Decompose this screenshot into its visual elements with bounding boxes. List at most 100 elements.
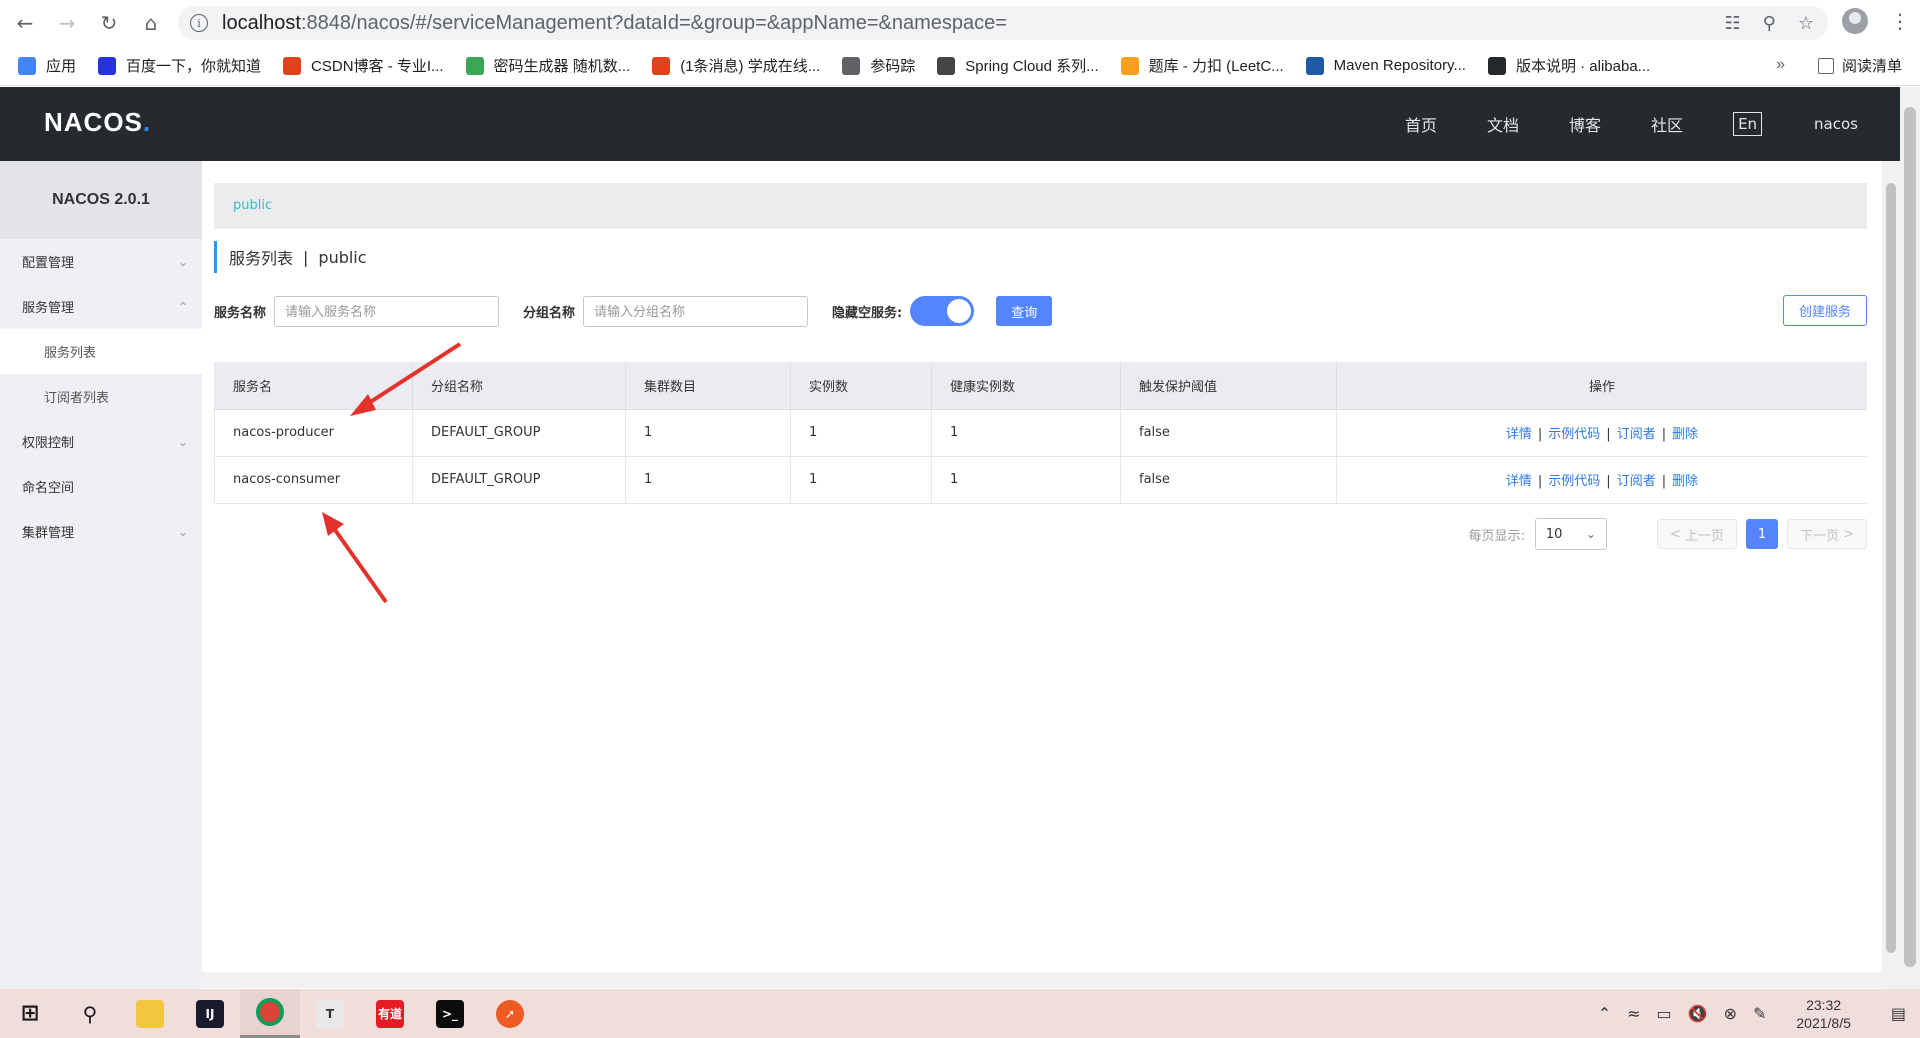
sample-code-link[interactable]: 示例代码 — [1548, 474, 1600, 489]
translate-icon[interactable]: ☷ — [1725, 13, 1741, 34]
detail-link[interactable]: 详情 — [1506, 427, 1532, 442]
search-icon[interactable]: ⚲ — [60, 989, 120, 1038]
reading-list-button[interactable]: 阅读清单 — [1817, 55, 1902, 76]
home-icon[interactable]: ⌂ — [134, 6, 168, 40]
col-instance-count: 实例数 — [790, 362, 932, 410]
file-explorer-icon[interactable] — [120, 989, 180, 1038]
subscriber-link[interactable]: 订阅者 — [1617, 427, 1656, 442]
intellij-icon[interactable]: IJ — [180, 989, 240, 1038]
tray-chevron-up-icon[interactable]: ⌃ — [1598, 1004, 1611, 1023]
service-name-label: 服务名称 — [214, 305, 267, 321]
bookmark-item[interactable]: 版本说明 · alibaba... — [1487, 55, 1651, 76]
close-circle-icon[interactable]: ⊗ — [1724, 1004, 1737, 1023]
nav-community[interactable]: 社区 — [1651, 112, 1683, 136]
delete-link[interactable]: 删除 — [1672, 474, 1698, 489]
windows-start-icon[interactable]: ⊞ — [0, 989, 60, 1038]
system-clock[interactable]: 23:32 2021/8/5 — [1796, 996, 1851, 1032]
reload-icon[interactable]: ↻ — [92, 6, 126, 40]
page-1-button[interactable]: 1 — [1745, 519, 1778, 549]
sidebar-item-config[interactable]: 配置管理 ⌄ — [0, 239, 202, 284]
apps-grid-icon — [18, 56, 36, 75]
scroll-thumb[interactable] — [1904, 107, 1916, 967]
horizontal-scrollbar[interactable] — [202, 972, 1882, 988]
bookmark-item[interactable]: 题库 - 力扣 (LeetC... — [1120, 55, 1284, 76]
pagination: 每页显示: 10 ⌄ < 上一页 1 下一页 > — [1469, 518, 1867, 550]
maven-icon — [1305, 56, 1324, 75]
query-button[interactable]: 查询 — [996, 296, 1053, 326]
bookmark-label: 版本说明 · alibaba... — [1515, 58, 1651, 75]
detail-link[interactable]: 详情 — [1506, 474, 1532, 489]
user-menu[interactable]: nacos — [1814, 115, 1858, 133]
title-separator: | — [303, 247, 309, 267]
github-icon — [1487, 56, 1506, 75]
chrome-icon[interactable] — [240, 989, 300, 1038]
cell-group-name: DEFAULT_GROUP — [412, 456, 626, 504]
postman-icon[interactable]: ➚ — [480, 989, 540, 1038]
taskbar: ⊞ ⚲ IJ T 有道 >_ ➚ ⌃ ≈ ▭ 🔇 ⊗ ✎ 23:32 2021/… — [0, 989, 1920, 1038]
next-page-label: 下一页 — [1799, 528, 1839, 544]
sidebar-item-label: 集群管理 — [22, 526, 75, 541]
sample-code-link[interactable]: 示例代码 — [1548, 427, 1600, 442]
forward-icon[interactable]: → — [50, 6, 84, 40]
address-bar[interactable]: i localhost:8848/nacos/#/serviceManageme… — [178, 6, 1828, 40]
pen-icon[interactable]: ✎ — [1753, 1004, 1766, 1023]
prev-page-button[interactable]: < 上一页 — [1656, 519, 1737, 549]
sidebar-item-cluster[interactable]: 集群管理 ⌄ — [0, 509, 202, 554]
bookmark-item[interactable]: 百度一下，你就知道 — [98, 55, 261, 76]
sidebar-item-service[interactable]: 服务管理 ⌃ — [0, 284, 202, 329]
group-name-label: 分组名称 — [523, 305, 576, 321]
url-text[interactable]: localhost:8848/nacos/#/serviceManagement… — [222, 12, 1007, 35]
bookmark-item[interactable]: Maven Repository... — [1305, 56, 1466, 75]
sidebar-item-label: 权限控制 — [22, 436, 75, 451]
back-icon[interactable]: ← — [8, 6, 42, 40]
bookmark-item[interactable]: Spring Cloud 系列... — [937, 55, 1099, 76]
sidebar-item-auth[interactable]: 权限控制 ⌄ — [0, 419, 202, 464]
bookmark-item[interactable]: 应用 — [18, 55, 76, 76]
nacos-logo[interactable]: NACOS. — [44, 107, 151, 138]
terminal-icon[interactable]: >_ — [420, 989, 480, 1038]
language-switch[interactable]: En — [1733, 112, 1763, 136]
sidebar-item-service-list[interactable]: 服务列表 — [0, 329, 202, 374]
sidebar-item-subscribers[interactable]: 订阅者列表 — [0, 374, 202, 419]
chevron-right-icon: > — [1838, 526, 1854, 542]
youdao-icon[interactable]: 有道 — [360, 989, 420, 1038]
battery-icon[interactable]: ▭ — [1657, 1004, 1672, 1023]
sidebar-item-namespace[interactable]: 命名空间 — [0, 464, 202, 509]
bookmark-item[interactable]: 参码踪 — [842, 55, 915, 76]
bookmark-item[interactable]: (1条消息) 学成在线... — [652, 55, 820, 76]
nav-docs[interactable]: 文档 — [1487, 112, 1519, 136]
per-page-select[interactable]: 10 ⌄ — [1534, 518, 1607, 550]
wifi-icon[interactable]: ≈ — [1627, 1004, 1640, 1023]
page-scrollbar[interactable] — [1900, 87, 1920, 989]
bottle-icon — [937, 56, 956, 75]
reading-list-icon — [1817, 57, 1834, 74]
notification-icon[interactable]: ▤ — [1891, 1004, 1906, 1023]
typora-icon[interactable]: T — [300, 989, 360, 1038]
create-service-button[interactable]: 创建服务 — [1783, 295, 1867, 326]
browser-menu-icon[interactable]: ⋮ — [1890, 9, 1910, 33]
cell-threshold: false — [1120, 409, 1337, 457]
delete-link[interactable]: 删除 — [1672, 427, 1698, 442]
zoom-icon[interactable]: ⚲ — [1763, 13, 1776, 34]
clock-date: 2021/8/5 — [1796, 1014, 1851, 1031]
nav-blog[interactable]: 博客 — [1569, 112, 1601, 136]
bookmark-item[interactable]: CSDN博客 - 专业I... — [283, 55, 444, 76]
bookmark-star-icon[interactable]: ☆ — [1798, 13, 1814, 34]
scroll-thumb[interactable] — [1886, 183, 1896, 953]
service-name-input[interactable] — [274, 295, 500, 327]
hide-empty-toggle[interactable] — [910, 296, 975, 326]
namespace-tab-public[interactable]: public — [233, 198, 272, 213]
profile-avatar[interactable] — [1842, 8, 1868, 34]
bookmarks-overflow-icon[interactable]: » — [1776, 56, 1785, 74]
bookmark-label: CSDN博客 - 专业I... — [311, 58, 444, 75]
bookmark-item[interactable]: 密码生成器 随机数... — [465, 55, 630, 76]
next-page-button[interactable]: 下一页 > — [1786, 519, 1867, 549]
volume-muted-icon[interactable]: 🔇 — [1688, 1004, 1708, 1023]
subscriber-link[interactable]: 订阅者 — [1617, 474, 1656, 489]
content-scrollbar[interactable] — [1882, 161, 1900, 989]
chevron-down-icon: ⌄ — [177, 254, 188, 269]
nav-home[interactable]: 首页 — [1405, 112, 1437, 136]
group-name-input[interactable] — [583, 295, 809, 327]
cell-cluster-count: 1 — [625, 409, 791, 457]
site-info-icon[interactable]: i — [190, 14, 208, 32]
